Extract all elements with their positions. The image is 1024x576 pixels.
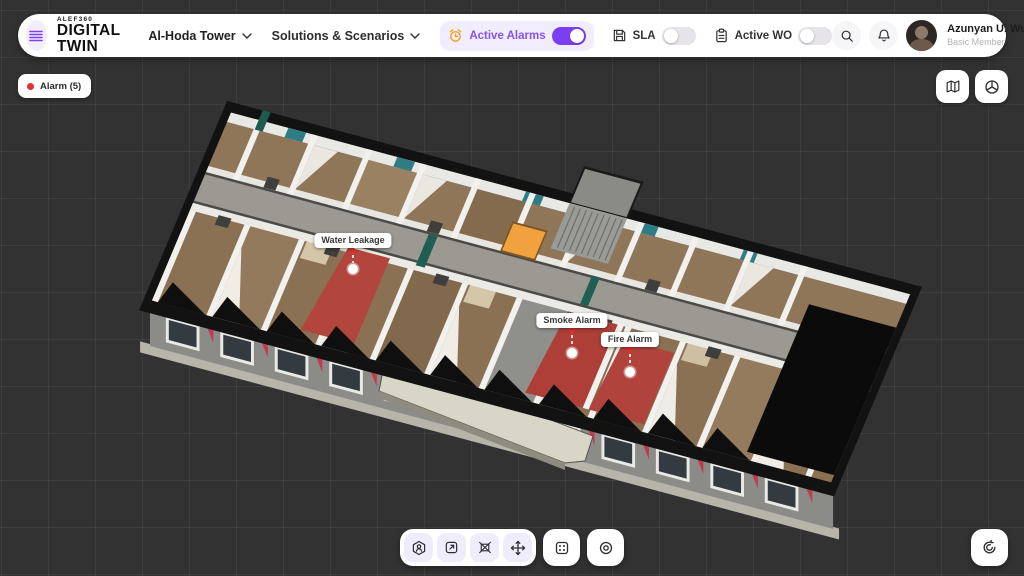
sphere-3d-icon <box>984 79 1000 95</box>
digital-twin-viewport: Water Leakage Smoke Alarm Fire Alarm ALE… <box>0 0 1024 576</box>
sla-label: SLA <box>633 30 656 42</box>
bell-icon <box>877 28 891 43</box>
first-person-view-button[interactable] <box>404 533 433 562</box>
pan-button[interactable] <box>503 533 532 562</box>
save-icon <box>612 28 627 43</box>
map-view-button[interactable] <box>936 70 969 103</box>
menu-button[interactable] <box>26 20 47 51</box>
orbit-rotate-button[interactable] <box>971 529 1008 566</box>
building-selector[interactable]: Al-Hoda Tower <box>148 29 251 43</box>
notifications-button[interactable] <box>869 21 898 50</box>
top-navbar: ALEF360 DIGITAL TWIN Al-Hoda Tower Solut… <box>18 14 1006 57</box>
camera-tool-group <box>400 529 536 566</box>
user-role: Basic Member <box>947 37 1024 48</box>
sla-toggle-group: SLA <box>612 27 696 45</box>
marker-label-water-leakage[interactable]: Water Leakage <box>314 233 391 248</box>
focus-target-icon <box>598 540 614 556</box>
bounding-box-icon <box>477 540 493 555</box>
alarm-badge-label: Alarm (5) <box>40 81 81 92</box>
active-wo-toggle-group: Active WO <box>714 27 833 45</box>
search-button[interactable] <box>832 21 861 50</box>
sla-switch[interactable] <box>662 27 696 45</box>
hamburger-icon <box>29 30 43 42</box>
logo-title: DIGITAL TWIN <box>57 23 131 54</box>
clipboard-icon <box>714 28 729 43</box>
app-logo: ALEF360 DIGITAL TWIN <box>57 17 131 55</box>
search-icon <box>840 29 854 43</box>
bounding-box-button[interactable] <box>470 533 499 562</box>
chevron-down-icon <box>410 33 420 39</box>
building-selector-label: Al-Hoda Tower <box>148 29 235 43</box>
marker-label-smoke-alarm[interactable]: Smoke Alarm <box>536 313 607 328</box>
user-name: Azunyan U. Wu <box>947 23 1024 37</box>
building-3d-model[interactable] <box>0 0 1024 576</box>
focus-button[interactable] <box>587 529 624 566</box>
grid-dots-icon <box>554 540 570 556</box>
alarm-clock-icon <box>448 28 463 43</box>
active-alarms-switch[interactable] <box>552 27 586 45</box>
active-wo-label: Active WO <box>735 30 793 42</box>
solutions-menu-label: Solutions & Scenarios <box>272 29 405 43</box>
expand-icon <box>444 540 459 555</box>
expand-view-button[interactable] <box>437 533 466 562</box>
user-avatar[interactable] <box>906 20 937 51</box>
grid-select-button[interactable] <box>543 529 580 566</box>
active-wo-switch[interactable] <box>798 27 832 45</box>
map-icon <box>945 79 961 94</box>
scene-toolbar <box>400 529 624 566</box>
view-mode-buttons <box>936 70 1008 103</box>
marker-label-fire-alarm[interactable]: Fire Alarm <box>601 332 659 347</box>
chevron-down-icon <box>242 33 252 39</box>
alarm-count-badge[interactable]: Alarm (5) <box>18 74 91 98</box>
active-alarms-toggle-group: Active Alarms <box>440 21 593 51</box>
pan-move-icon <box>510 540 526 556</box>
alarm-red-dot-icon <box>27 83 34 90</box>
orbit-icon <box>981 539 998 556</box>
3d-view-button[interactable] <box>975 70 1008 103</box>
first-person-icon <box>411 540 427 556</box>
user-info: Azunyan U. Wu Basic Member <box>947 23 1024 48</box>
active-alarms-label: Active Alarms <box>469 30 545 42</box>
solutions-scenarios-menu[interactable]: Solutions & Scenarios <box>272 29 421 43</box>
